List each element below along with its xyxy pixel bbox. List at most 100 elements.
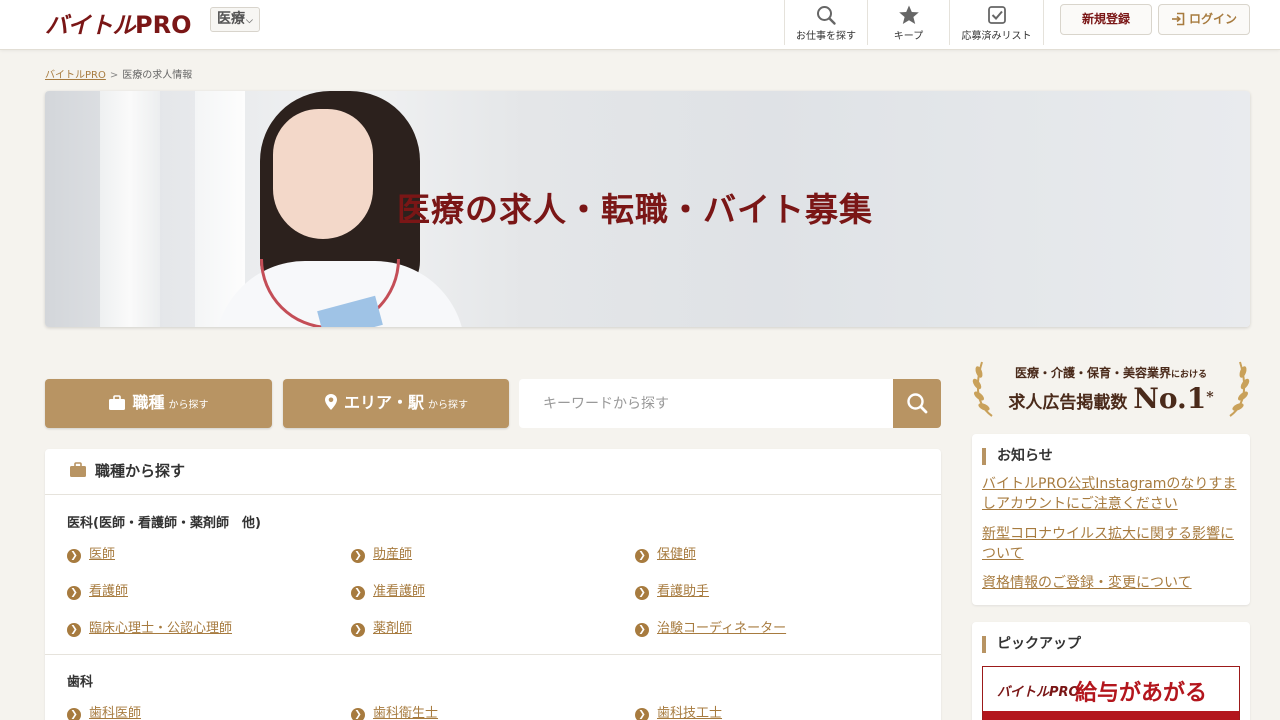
job-category-panel-title: 職種から探す	[95, 462, 186, 480]
award-line-1: 医療・介護・保育・美容業界における	[972, 364, 1250, 381]
chevron-right-circle-icon: ❯	[67, 549, 81, 563]
job-group-divider	[45, 654, 941, 655]
nav-keep-label: キープ	[893, 31, 924, 42]
nav-applied-label: 応募済みリスト	[961, 31, 1032, 42]
search-by-area-button[interactable]: エリア・駅 から探す	[283, 379, 509, 428]
award-line-1-small: における	[1171, 370, 1208, 380]
job-link-text: 看護師	[89, 584, 129, 599]
chevron-right-circle-icon: ❯	[67, 623, 81, 637]
chevron-right-circle-icon: ❯	[635, 549, 649, 563]
logo-pro-text: PRO	[135, 11, 192, 39]
job-link-text: 助産師	[373, 547, 413, 562]
nav-search-label: お仕事を探す	[796, 31, 856, 42]
job-group-title-medical: 医科(医師・看護師・薬剤師 他)	[67, 516, 261, 531]
search-by-job-button[interactable]: 職種 から探す	[45, 379, 272, 428]
job-link-clinical-psychologist[interactable]: ❯ 臨床心理士・公認心理師	[67, 617, 232, 637]
keyword-search-input[interactable]	[519, 379, 893, 428]
pickup-panel: ピックアップ バイトルPRO 給与があがる	[972, 622, 1250, 720]
job-link-doctor[interactable]: ❯ 医師	[67, 543, 115, 563]
keyword-search-button[interactable]	[893, 379, 941, 428]
job-link-clinical-research-coordinator[interactable]: ❯ 治験コーディネーター	[635, 617, 786, 637]
award-line-1-main: 医療・介護・保育・美容業界	[1014, 366, 1171, 380]
job-link-text: 保健師	[657, 547, 697, 562]
chevron-right-circle-icon: ❯	[67, 586, 81, 600]
nav-applied-list[interactable]: 応募済みリスト	[949, 0, 1044, 45]
job-link-pharmacist[interactable]: ❯ 薬剤師	[351, 617, 412, 637]
site-header: バイトルPRO 医療⌵ お仕事を探す キープ 応募済みリスト 新規登録 ログイン	[0, 0, 1280, 50]
job-category-panel-header: 職種から探す	[45, 449, 941, 495]
hero-title-text: 医療の求人・転職・バイト募集	[397, 190, 873, 229]
award-line-2: 求人広告掲載数 No.1*	[972, 382, 1250, 415]
search-by-job-inner: 職種 から探す	[45, 379, 272, 428]
site-logo[interactable]: バイトルPRO	[45, 6, 191, 40]
magnifier-icon	[907, 393, 928, 414]
job-link-text: 歯科技工士	[657, 706, 723, 720]
search-by-area-sub: から探す	[428, 400, 468, 411]
login-button-label: ログイン	[1188, 12, 1237, 26]
breadcrumb: バイトルPRO > 医療の求人情報	[45, 66, 192, 81]
news-link-covid[interactable]: 新型コロナウイルス拡大に関する影響について	[982, 524, 1240, 564]
job-link-nurse[interactable]: ❯ 看護師	[67, 580, 128, 600]
search-by-area-inner: エリア・駅 から探す	[283, 379, 509, 428]
job-link-text: 看護助手	[657, 584, 710, 599]
logo-main-text: バイトル	[45, 13, 136, 39]
chevron-down-icon: ⌵	[246, 16, 253, 26]
job-link-dentist[interactable]: ❯ 歯科医師	[67, 702, 141, 720]
award-line-2-main: 求人広告掲載数	[1008, 393, 1128, 413]
chevron-right-circle-icon: ❯	[635, 586, 649, 600]
chevron-right-circle-icon: ❯	[67, 708, 81, 720]
news-link-instagram[interactable]: バイトルPRO公式Instagramのなりすましアカウントにご注意ください	[982, 474, 1240, 514]
search-by-job-label: 職種	[132, 393, 165, 412]
briefcase-icon	[70, 462, 86, 477]
briefcase-icon	[109, 395, 126, 410]
nav-keep[interactable]: キープ	[867, 0, 949, 45]
job-link-text: 医師	[89, 547, 116, 562]
star-icon	[898, 5, 919, 24]
login-button[interactable]: ログイン	[1158, 4, 1250, 35]
job-link-text: 歯科衛生士	[373, 706, 439, 720]
search-by-job-sub: から探す	[168, 400, 209, 411]
job-group-title-dental: 歯科	[67, 675, 94, 690]
register-button[interactable]: 新規登録	[1060, 4, 1152, 35]
news-link-qualification[interactable]: 資格情報のご登録・変更について	[982, 573, 1240, 593]
job-link-text: 薬剤師	[373, 621, 413, 636]
pickup-banner-bar	[983, 711, 1239, 720]
map-pin-icon	[324, 394, 337, 410]
award-mark: *	[1206, 389, 1214, 406]
breadcrumb-home-link[interactable]: バイトルPRO	[45, 70, 106, 81]
award-badge: 医療・介護・保育・美容業界における 求人広告掲載数 No.1*	[972, 358, 1250, 420]
chevron-right-circle-icon: ❯	[635, 623, 649, 637]
news-panel: お知らせ バイトルPRO公式Instagramのなりすましアカウントにご注意くだ…	[972, 434, 1250, 605]
pickup-banner-text: 給与があがる	[1075, 681, 1208, 706]
hero-window-light	[100, 91, 160, 327]
magnifier-icon	[817, 6, 836, 25]
laurel-wreath-right-icon	[1229, 361, 1250, 417]
job-link-public-health-nurse[interactable]: ❯ 保健師	[635, 543, 696, 563]
job-category-panel: 職種から探す 医科(医師・看護師・薬剤師 他) ❯ 医師 ❯ 助産師 ❯ 保健師 ❯ 看…	[45, 449, 941, 720]
login-icon	[1171, 12, 1185, 26]
job-link-midwife[interactable]: ❯ 助産師	[351, 543, 412, 563]
pickup-banner-logo: バイトルPRO	[997, 685, 1080, 700]
pickup-title: ピックアップ	[982, 636, 1081, 653]
chevron-right-circle-icon: ❯	[635, 708, 649, 720]
breadcrumb-separator: >	[109, 70, 119, 81]
nav-search-jobs[interactable]: お仕事を探す	[784, 0, 867, 45]
chevron-right-circle-icon: ❯	[351, 623, 365, 637]
category-select-value: 医療	[217, 11, 245, 27]
job-link-dental-technician[interactable]: ❯ 歯科技工士	[635, 702, 722, 720]
chevron-right-circle-icon: ❯	[351, 708, 365, 720]
job-link-dental-hygienist[interactable]: ❯ 歯科衛生士	[351, 702, 438, 720]
pickup-banner[interactable]: バイトルPRO 給与があがる	[982, 666, 1240, 720]
hero-banner: 医療の求人・転職・バイト募集	[45, 91, 1250, 327]
job-link-text: 臨床心理士・公認心理師	[89, 621, 233, 636]
job-link-text: 歯科医師	[89, 706, 142, 720]
category-select[interactable]: 医療⌵	[210, 7, 260, 32]
job-link-text: 治験コーディネーター	[657, 621, 787, 636]
job-link-assistant-nurse[interactable]: ❯ 准看護師	[351, 580, 425, 600]
job-link-text: 准看護師	[373, 584, 426, 599]
chevron-right-circle-icon: ❯	[351, 586, 365, 600]
hero-nurse-face	[273, 109, 373, 239]
news-title: お知らせ	[982, 448, 1053, 465]
checkbox-icon	[987, 6, 1006, 24]
job-link-nursing-aide[interactable]: ❯ 看護助手	[635, 580, 709, 600]
